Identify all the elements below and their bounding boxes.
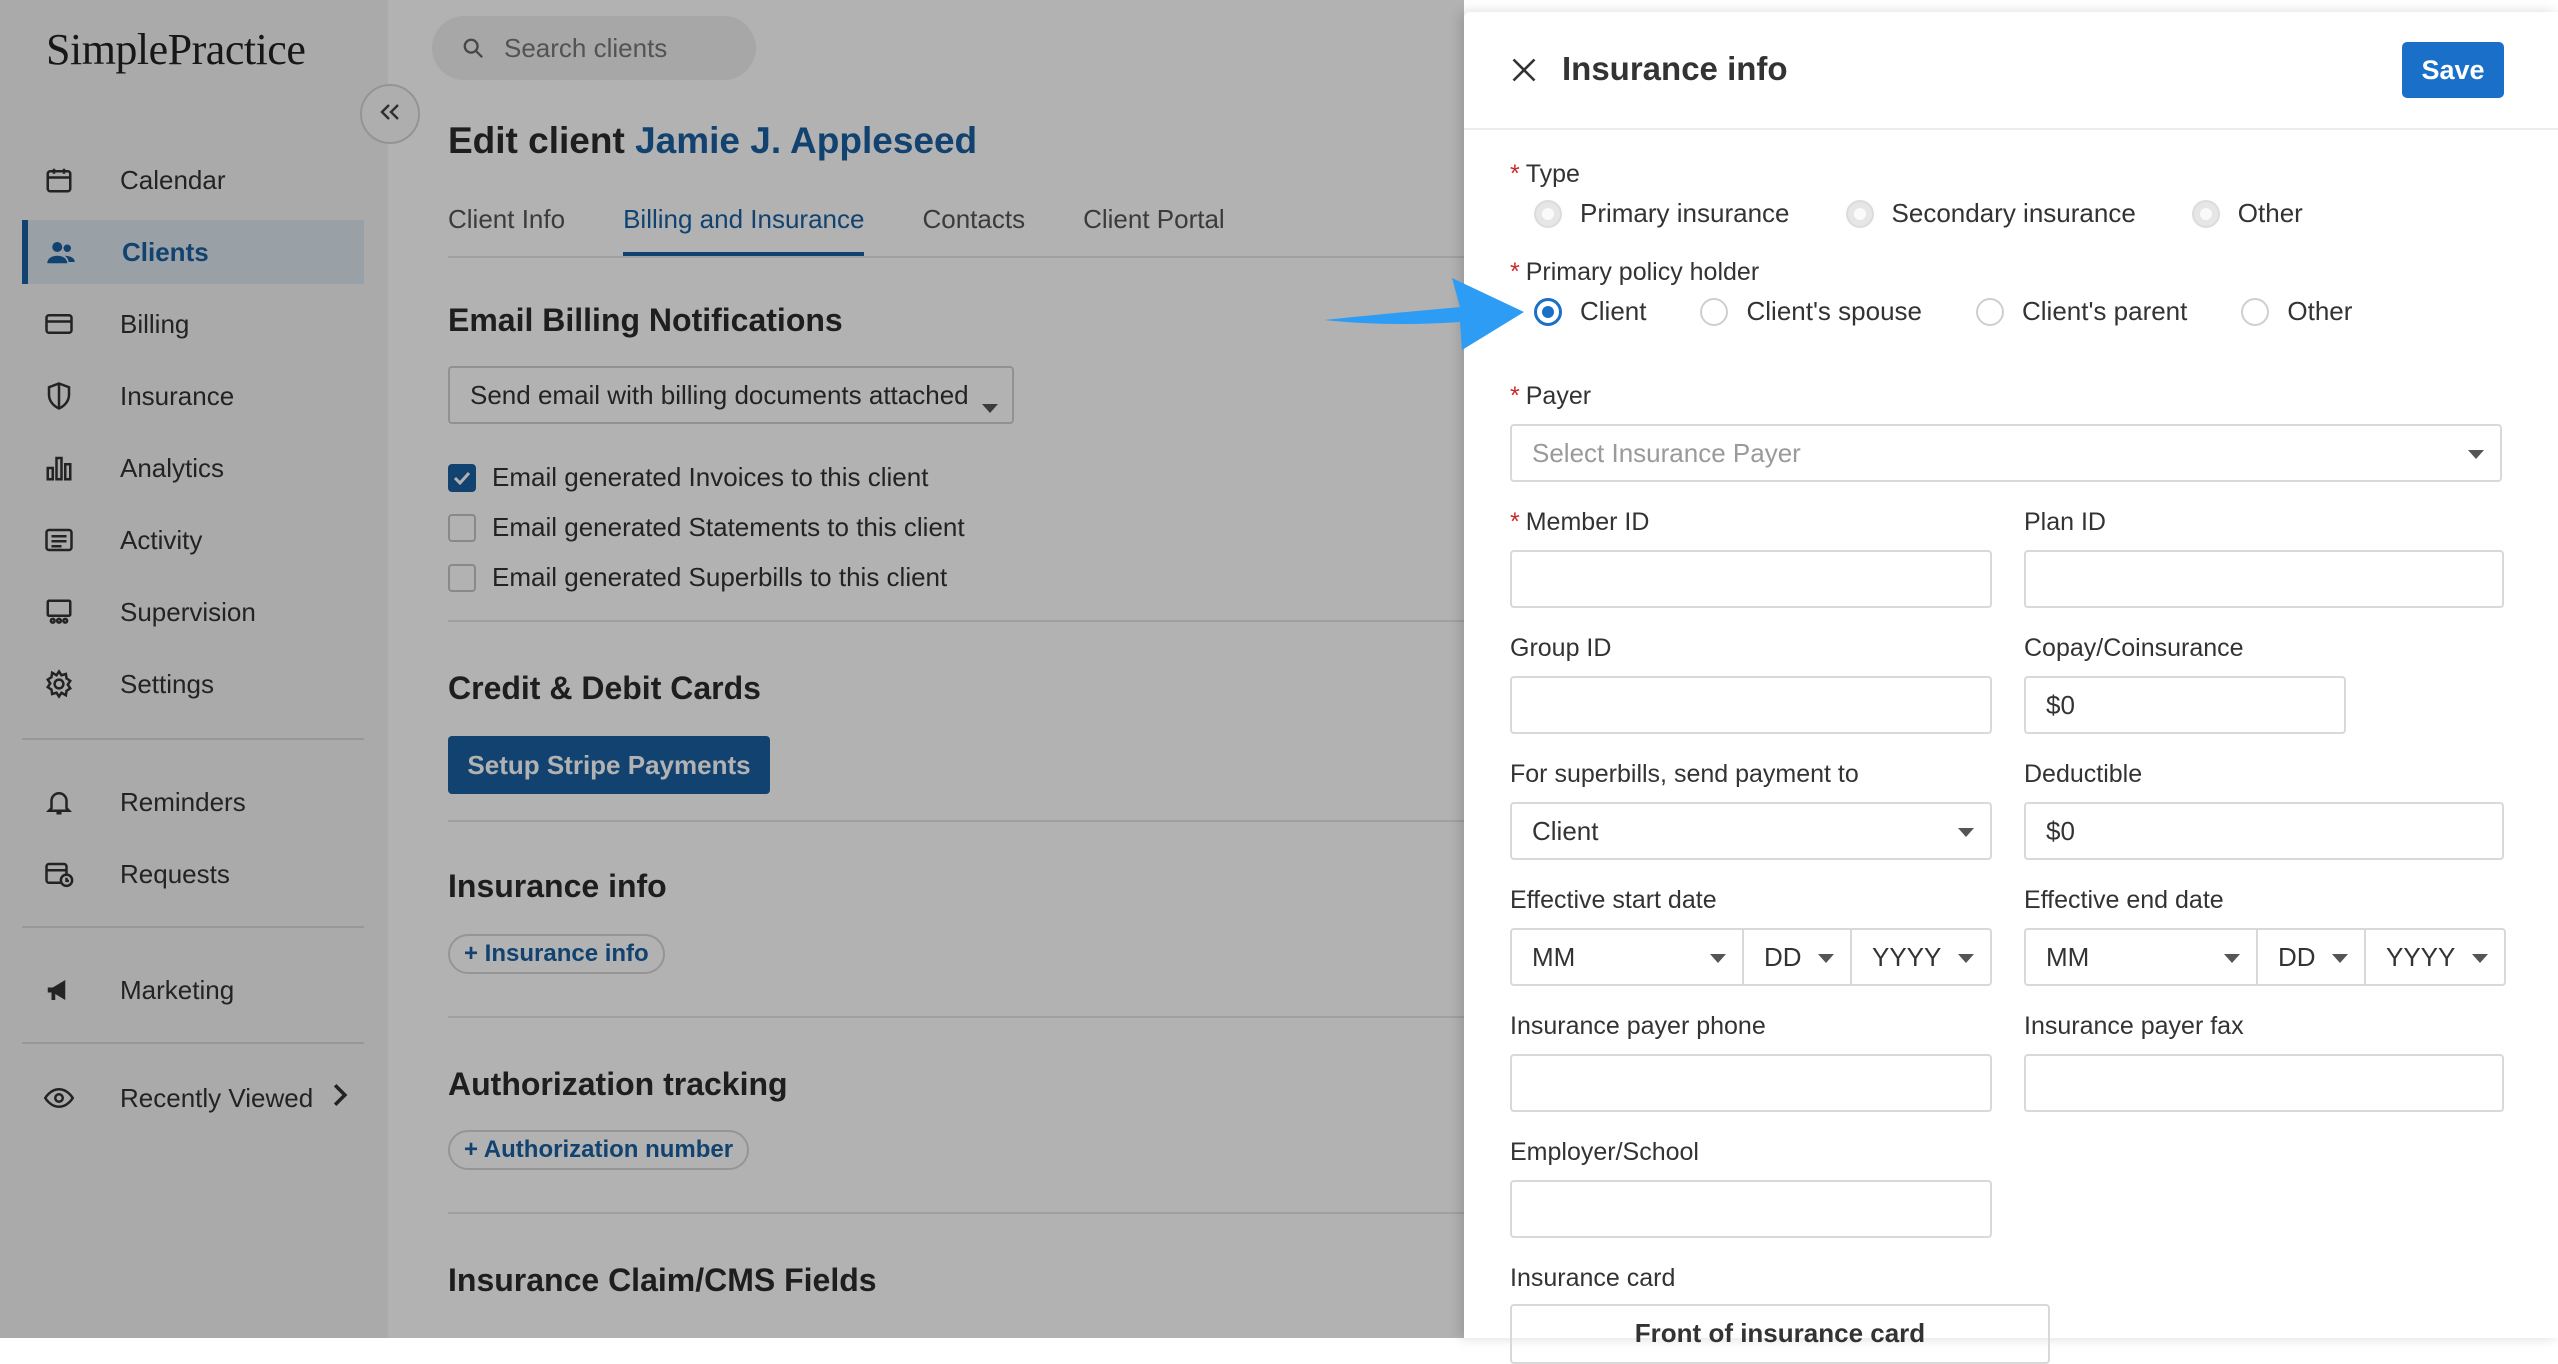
type-option-other[interactable]: Other (2191, 198, 2303, 229)
member-id-label: * Member ID (1510, 508, 1649, 537)
chevron-down-icon (1710, 954, 1726, 963)
policy-holder-radio-group: Client Client's spouse Client's parent O… (1534, 296, 2352, 327)
front-card-label: Front of insurance card (1634, 1318, 1926, 1348)
group-id-input[interactable] (1510, 676, 1992, 734)
payer-label-text: Payer (1525, 382, 1592, 410)
end-date-picker: MM DD YYYY (2024, 928, 2506, 986)
close-icon (1510, 56, 1538, 89)
chevron-down-icon (2472, 954, 2488, 963)
payer-fax-label: Insurance payer fax (2024, 1012, 2244, 1040)
chevron-down-icon (2224, 954, 2240, 963)
start-year-value: YYYY (1872, 941, 1942, 972)
start-month-select[interactable]: MM (1510, 928, 1744, 986)
start-date-label: Effective start date (1510, 886, 1717, 914)
radio-button[interactable] (2191, 199, 2220, 228)
radio-button[interactable] (1534, 199, 1562, 228)
type-label-text: Type (1525, 160, 1580, 188)
end-year-value: YYYY (2386, 941, 2456, 972)
policy-holder-option-spouse[interactable]: Client's spouse (1700, 296, 1922, 327)
policy-holder-label-text: Primary policy holder (1525, 258, 1760, 286)
employer-input[interactable] (1510, 1180, 1992, 1238)
start-date-picker: MM DD YYYY (1510, 928, 1992, 986)
end-year-select[interactable]: YYYY (2364, 928, 2506, 986)
drawer-header: Insurance info Save (1464, 12, 2558, 130)
member-id-input[interactable] (1510, 550, 1992, 608)
policy-holder-option-parent[interactable]: Client's parent (1975, 296, 2188, 327)
required-marker: * (1510, 160, 1520, 188)
drawer-title: Insurance info (1562, 50, 1788, 87)
payer-phone-input[interactable] (1510, 1054, 1992, 1112)
payer-select[interactable]: Select Insurance Payer (1510, 424, 2502, 482)
policy-holder-option-other[interactable]: Other (2241, 296, 2352, 327)
start-day-value: DD (1764, 941, 1802, 972)
radio-label: Client (1580, 296, 1647, 326)
front-insurance-card-upload[interactable]: Front of insurance card (1510, 1304, 2050, 1364)
superbills-payment-select[interactable]: Client (1510, 802, 1992, 860)
chevron-down-icon (1818, 954, 1834, 963)
end-month-value: MM (2046, 941, 2090, 972)
policy-holder-label: * Primary policy holder (1510, 258, 1759, 287)
annotation-arrow (1320, 270, 1526, 359)
type-option-primary[interactable]: Primary insurance (1534, 198, 1790, 229)
deductible-input[interactable]: $0 (2024, 802, 2504, 860)
payer-select-placeholder: Select Insurance Payer (1532, 437, 1801, 468)
insurance-info-drawer: Insurance info Save * Type Primary insura… (1464, 12, 2558, 1364)
chevron-down-icon (2332, 954, 2348, 963)
chevron-down-icon (1958, 828, 1974, 837)
start-month-value: MM (1532, 941, 1576, 972)
type-radio-group: Primary insurance Secondary insurance Ot… (1534, 198, 2303, 229)
radio-label: Other (2237, 198, 2303, 228)
deductible-label: Deductible (2024, 760, 2143, 788)
superbills-select-value: Client (1532, 815, 1599, 846)
radio-label: Client's spouse (1746, 296, 1922, 326)
payer-phone-label: Insurance payer phone (1510, 1012, 1766, 1040)
end-month-select[interactable]: MM (2024, 928, 2258, 986)
plan-id-input[interactable] (2024, 550, 2504, 608)
radio-button[interactable] (1700, 297, 1729, 326)
chevron-down-icon (2468, 450, 2484, 459)
radio-label: Other (2287, 296, 2353, 326)
radio-button[interactable] (1845, 199, 1874, 228)
type-label: * Type (1510, 160, 1580, 189)
required-marker: * (1510, 382, 1520, 410)
employer-label: Employer/School (1510, 1138, 1699, 1166)
radio-button[interactable] (2241, 297, 2270, 326)
radio-button-selected[interactable] (1534, 297, 1562, 326)
radio-label: Primary insurance (1580, 198, 1790, 228)
end-day-select[interactable]: DD (2256, 928, 2366, 986)
radio-button[interactable] (1975, 297, 2004, 326)
chevron-down-icon (1958, 954, 1974, 963)
group-id-label: Group ID (1510, 634, 1612, 662)
plan-id-label: Plan ID (2024, 508, 2106, 536)
close-button[interactable] (1504, 52, 1544, 92)
payer-label: * Payer (1510, 382, 1591, 411)
superbills-label: For superbills, send payment to (1510, 760, 1859, 788)
insurance-card-label: Insurance card (1510, 1264, 1676, 1292)
policy-holder-option-client[interactable]: Client (1534, 296, 1646, 327)
save-button[interactable]: Save (2402, 42, 2504, 98)
start-day-select[interactable]: DD (1742, 928, 1852, 986)
copay-input[interactable]: $0 (2024, 676, 2346, 734)
start-year-select[interactable]: YYYY (1850, 928, 1992, 986)
radio-label: Client's parent (2021, 296, 2188, 326)
end-day-value: DD (2278, 941, 2316, 972)
radio-label: Secondary insurance (1891, 198, 2136, 228)
end-date-label: Effective end date (2024, 886, 2224, 914)
payer-fax-input[interactable] (2024, 1054, 2504, 1112)
type-option-secondary[interactable]: Secondary insurance (1845, 198, 2136, 229)
copay-label: Copay/Coinsurance (2024, 634, 2244, 662)
member-id-label-text: Member ID (1525, 508, 1650, 536)
required-marker: * (1510, 508, 1520, 536)
modal-backdrop[interactable] (0, 0, 1464, 1338)
